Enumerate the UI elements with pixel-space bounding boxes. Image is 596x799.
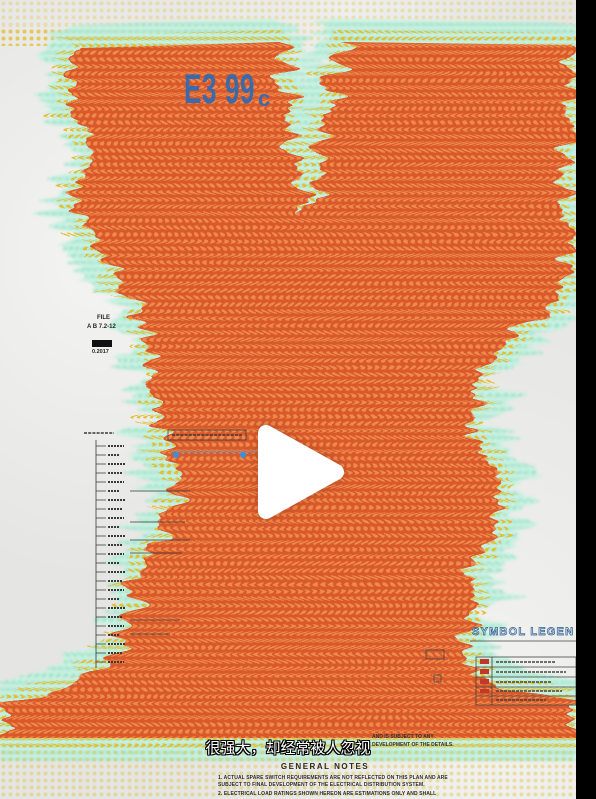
top-dot-band-right [335,28,576,46]
play-icon [258,425,344,519]
file-label: FILE [97,315,110,321]
general-notes-title: GENERAL NOTES [280,762,370,771]
top-dot-band [0,0,576,46]
drawing-stamp-suffix: c [258,86,271,111]
file-date: 0.2017 [92,349,109,355]
legend-rows [476,657,576,705]
diagram-node [240,452,246,458]
general-note-line: 1. ACTUAL SPARE SWITCH REQUIREMENTS ARE … [218,775,448,781]
legend-box [475,656,576,706]
legend-marker-box [425,649,445,660]
video-player: E3 99 c FILE A B 7.2-12 0.2017 SYMBOL LE… [0,0,596,799]
file-number: A B 7.2-12 [87,324,116,330]
letterbox-bar [576,0,596,799]
diagram-feeder-lines [130,490,190,635]
play-button[interactable] [258,425,344,519]
top-dot-band-left [0,26,285,46]
diagram-branch-ticks [96,445,106,663]
wiring-diagram [84,429,260,668]
video-frame[interactable]: E3 99 c FILE A B 7.2-12 0.2017 SYMBOL LE… [0,0,576,799]
symbol-legend-title: SYMBOL LEGEN [472,626,575,638]
blueprint-drawing [84,429,576,706]
diagram-branch-labels [108,445,126,663]
diagram-node [173,452,179,458]
general-note-line: SUBJECT TO FINAL DEVELOPMENT OF THE ELEC… [218,782,425,788]
file-redaction-block [92,340,112,347]
legend-symbols [480,659,489,693]
general-note-line: 2. ELECTRICAL LOAD RATINGS SHOWN HEREON … [218,791,437,797]
drawing-stamp-code: E3 99 [184,65,256,112]
legend-marker-square [433,674,442,683]
legend-table [425,640,576,706]
diagram-header-box [167,429,247,441]
legend-row-labels [496,661,566,701]
subtitle-caption: 很强大，却经常被人忽视 [205,739,371,757]
diagram-header-label [84,432,242,436]
halftone-artwork [0,0,576,799]
